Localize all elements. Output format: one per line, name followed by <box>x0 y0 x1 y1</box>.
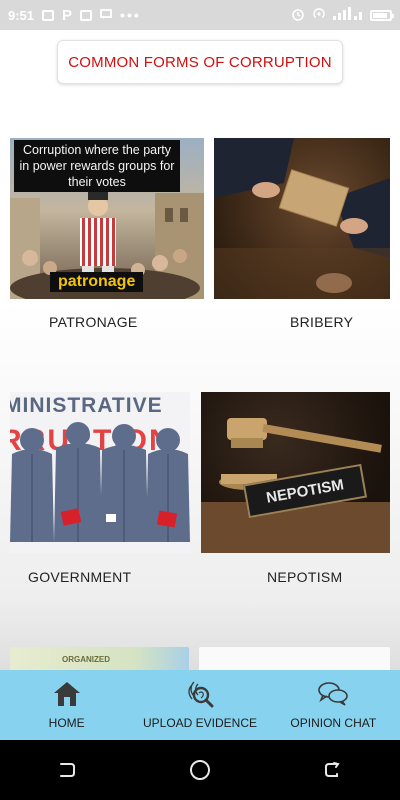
nepotism-image[interactable]: NEPOTISM <box>201 392 390 553</box>
organized-text: ORGANIZED <box>62 655 110 664</box>
back-icon <box>325 762 340 777</box>
page-title: COMMON FORMS OF CORRUPTION <box>57 40 343 84</box>
nav-opinion-chat-label: OPINION CHAT <box>290 716 377 730</box>
patronage-caption: Corruption where the party in power rewa… <box>14 140 180 192</box>
parking-notification-icon: P <box>62 6 73 24</box>
nav-home[interactable]: HOME <box>0 670 133 740</box>
battery-level <box>373 12 387 18</box>
nav-opinion-chat[interactable]: OPINION CHAT <box>267 670 400 740</box>
bribery-image[interactable] <box>214 138 390 299</box>
bottom-navigation: HOME UPLOAD EVIDENCE OPINION CHAT <box>0 670 400 740</box>
government-illustration <box>10 422 190 553</box>
chat-bubbles-icon <box>318 682 349 706</box>
signal-icon <box>333 6 363 24</box>
government-image[interactable]: MINISTRATIVE RRUPTION <box>10 392 190 553</box>
home-icon <box>53 682 80 706</box>
card-label-government[interactable]: GOVERNMENT <box>28 569 131 585</box>
alarm-icon <box>291 7 305 24</box>
more-notifications-icon: ••• <box>120 7 141 23</box>
nav-upload-evidence[interactable]: UPLOAD EVIDENCE <box>133 670 266 740</box>
status-time: 9:51 <box>8 7 35 23</box>
recents-button[interactable] <box>47 750 87 790</box>
recents-icon <box>59 763 75 777</box>
nav-home-label: HOME <box>48 716 85 730</box>
card-label-bribery[interactable]: BRIBERY <box>290 314 353 330</box>
patronage-tag: patronage <box>50 272 144 292</box>
home-system-button[interactable] <box>180 750 220 790</box>
nav-upload-evidence-label: UPLOAD EVIDENCE <box>142 716 257 730</box>
system-navigation-bar <box>0 740 400 800</box>
message-notification-icon <box>100 8 112 23</box>
evidence-search-icon <box>188 681 214 708</box>
bribery-illustration <box>214 138 390 299</box>
battery-icon <box>370 9 394 21</box>
patronage-image[interactable]: Corruption where the party in power rewa… <box>10 138 204 299</box>
back-button[interactable] <box>313 750 353 790</box>
news-notification-icon <box>80 9 93 21</box>
card-label-patronage[interactable]: PATRONAGE <box>49 314 138 330</box>
home-circle-icon <box>189 760 210 780</box>
status-bar: 9:51 P ••• <box>0 0 400 30</box>
hotspot-icon <box>312 7 326 24</box>
card-label-nepotism[interactable]: NEPOTISM <box>267 569 343 585</box>
image-notification-icon <box>42 9 55 21</box>
